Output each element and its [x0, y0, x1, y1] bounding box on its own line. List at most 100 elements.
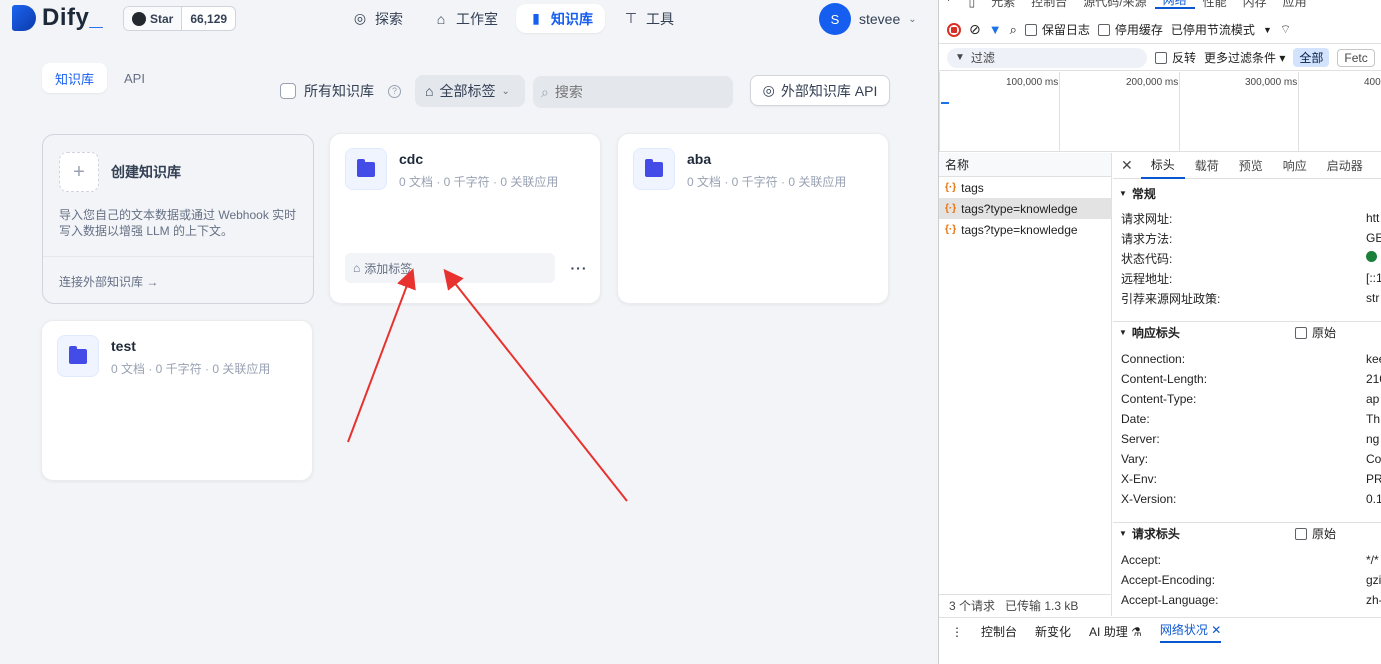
request-name: tags: [961, 180, 984, 195]
section-response-headers[interactable]: ▼ 响应标头 原始: [1113, 321, 1381, 343]
status-ok-dot: [1366, 251, 1377, 262]
user-menu[interactable]: S stevee ⌄: [819, 3, 917, 35]
github-star-count[interactable]: 66,129: [182, 7, 235, 30]
tab-headers[interactable]: 标头: [1140, 153, 1185, 179]
filter-placeholder: 过滤: [970, 51, 995, 65]
create-knowledge-header[interactable]: + 创建知识库: [59, 152, 181, 192]
tab-console[interactable]: 控制台: [1023, 0, 1075, 9]
throttle-select[interactable]: 已停用节流模式: [1171, 21, 1255, 38]
tab-payload[interactable]: 载荷: [1185, 153, 1229, 179]
raw-checkbox[interactable]: [1295, 326, 1307, 339]
overview-gridline: [1059, 72, 1060, 152]
github-star-button[interactable]: Star 66,129: [123, 6, 237, 31]
connect-external-kb-link[interactable]: 连接外部知识库 →: [59, 273, 158, 290]
invert-checkbox[interactable]: [1155, 51, 1167, 64]
drawer-tab-ai-assistant[interactable]: AI 助理 ⚗: [1089, 623, 1142, 640]
filter-fetch-button[interactable]: Fetc: [1337, 48, 1375, 67]
knowledge-subtabs: 知识库 API: [42, 63, 158, 93]
create-knowledge-title: 创建知识库: [111, 164, 181, 180]
nav-studio[interactable]: ⌂ 工作室: [421, 4, 510, 33]
nav-explore[interactable]: ◎ 探索: [340, 4, 415, 33]
filter-all-button[interactable]: 全部: [1293, 48, 1330, 67]
request-row[interactable]: {·} tags?type=knowledge: [939, 219, 1111, 240]
header-row: X-Version:0.1: [1121, 492, 1381, 506]
tab-knowledge[interactable]: 知识库: [42, 63, 108, 93]
tab-api[interactable]: API: [111, 63, 158, 93]
knowledge-card-cdc[interactable]: cdc 0 文档 · 0 千字符 · 0 关联应用 ⌂ 添加标签 ···: [329, 133, 601, 304]
compass-icon: ◎: [353, 10, 367, 26]
knowledge-card-test[interactable]: test 0 文档 · 0 千字符 · 0 关联应用: [41, 320, 313, 481]
all-knowledge-toggle[interactable]: 所有知识库 ?: [280, 81, 401, 101]
top-navbar: Dify_ Star 66,129 ◎ 探索 ⌂ 工作室 ▮ 知识库 ⊤ 工具 …: [0, 0, 938, 36]
tab-network[interactable]: 网络: [1154, 0, 1195, 9]
more-filters-button[interactable]: 更多过滤条件 ▾: [1204, 49, 1285, 66]
triangle-down-icon: ▼: [1119, 529, 1127, 538]
dify-logo[interactable]: Dify_: [12, 3, 103, 33]
raw-toggle[interactable]: 原始: [1295, 324, 1336, 341]
preserve-log-label: 保留日志: [1041, 23, 1090, 37]
tab-sources[interactable]: 源代码/来源: [1075, 0, 1154, 9]
avatar[interactable]: S: [819, 3, 851, 35]
triangle-down-icon: ▼: [1119, 188, 1127, 198]
external-kb-api-label: 外部知识库 API: [780, 82, 878, 99]
book-icon: ▮: [532, 10, 540, 26]
more-options-icon[interactable]: ···: [566, 255, 592, 281]
header-row: Server: ng: [1121, 432, 1380, 446]
overview-gridline: [939, 72, 940, 152]
tab-response[interactable]: 响应: [1273, 153, 1317, 179]
disable-cache-toggle[interactable]: 停用缓存: [1097, 21, 1163, 38]
annotation-arrow: [443, 268, 628, 502]
tab-application[interactable]: 应用: [1275, 0, 1315, 9]
request-row[interactable]: {·} tags: [939, 177, 1111, 198]
section-general[interactable]: ▼ 常规: [1113, 182, 1381, 204]
devtools-tabs: ⌜ ▯ 元素 控制台 源代码/来源 网络 性能 内存 应用: [939, 0, 1381, 12]
filter-input[interactable]: ▼ 过滤: [947, 47, 1147, 68]
overview-gridline: [1179, 72, 1180, 152]
tab-memory[interactable]: 内存: [1235, 0, 1275, 9]
column-name-header[interactable]: 名称: [939, 153, 1111, 177]
add-tag-button[interactable]: ⌂ 添加标签: [345, 253, 555, 283]
header-row: Accept-Language:zh-: [1121, 593, 1381, 607]
disable-cache-checkbox[interactable]: [1097, 23, 1110, 36]
device-icon[interactable]: ▯: [961, 0, 984, 9]
clear-icon[interactable]: ⊘: [969, 21, 981, 38]
preserve-log-toggle[interactable]: 保留日志: [1024, 21, 1090, 38]
nav-knowledge[interactable]: ▮ 知识库: [516, 4, 605, 33]
preserve-log-checkbox[interactable]: [1024, 23, 1037, 36]
knowledge-card-aba[interactable]: aba 0 文档 · 0 千字符 · 0 关联应用: [617, 133, 889, 304]
search-input[interactable]: [554, 84, 705, 100]
raw-checkbox[interactable]: [1295, 527, 1307, 540]
all-knowledge-checkbox[interactable]: [280, 83, 296, 99]
create-knowledge-desc: 导入您自己的文本数据或通过 Webhook 实时写入数据以增强 LLM 的上下文…: [59, 208, 297, 238]
header-row: Accept-Encoding: gzi: [1121, 573, 1381, 587]
drawer-tab-whats-new[interactable]: 新变化: [1035, 623, 1071, 640]
github-star[interactable]: Star: [124, 7, 183, 30]
tab-elements[interactable]: 元素: [983, 0, 1023, 9]
create-knowledge-card[interactable]: + 创建知识库 导入您自己的文本数据或通过 Webhook 实时写入数据以增强 …: [42, 134, 314, 304]
chevron-down-icon[interactable]: ▼: [1263, 25, 1272, 35]
invert-toggle[interactable]: 反转: [1155, 49, 1196, 66]
tag-filter-dropdown[interactable]: ⌂ 全部标签 ⌄: [415, 75, 525, 107]
header-row: 请求方法:GE: [1121, 231, 1381, 246]
inspect-icon[interactable]: ⌜: [939, 0, 961, 9]
tab-initiator[interactable]: 启动器: [1317, 153, 1373, 179]
filter-icon[interactable]: ▼: [989, 22, 1002, 37]
tab-performance[interactable]: 性能: [1195, 0, 1235, 9]
section-request-headers[interactable]: ▼ 请求标头 原始: [1113, 522, 1381, 544]
drawer-menu-icon[interactable]: ⋮: [951, 625, 963, 639]
network-overview: 100,000 ms 200,000 ms 300,000 ms 400: [939, 72, 1381, 152]
tab-preview[interactable]: 预览: [1229, 153, 1273, 179]
record-icon[interactable]: [947, 22, 961, 37]
nav-tools[interactable]: ⊤ 工具: [611, 4, 686, 33]
drawer-tab-network-conditions[interactable]: 网络状况 ✕: [1159, 621, 1222, 643]
raw-toggle[interactable]: 原始: [1295, 525, 1336, 542]
close-icon[interactable]: ✕: [1113, 157, 1141, 174]
request-row-selected[interactable]: {·} tags?type=knowledge: [939, 198, 1111, 219]
help-icon[interactable]: ?: [388, 84, 401, 98]
external-kb-api-button[interactable]: ◎ 外部知识库 API: [750, 75, 890, 106]
close-icon[interactable]: ✕: [1211, 623, 1221, 637]
drawer-tab-console[interactable]: 控制台: [981, 623, 1017, 640]
search-icon[interactable]: ⌕: [1010, 22, 1017, 38]
wifi-icon[interactable]: ⌔: [1280, 22, 1291, 37]
dify-app: Dify_ Star 66,129 ◎ 探索 ⌂ 工作室 ▮ 知识库 ⊤ 工具 …: [0, 0, 938, 664]
